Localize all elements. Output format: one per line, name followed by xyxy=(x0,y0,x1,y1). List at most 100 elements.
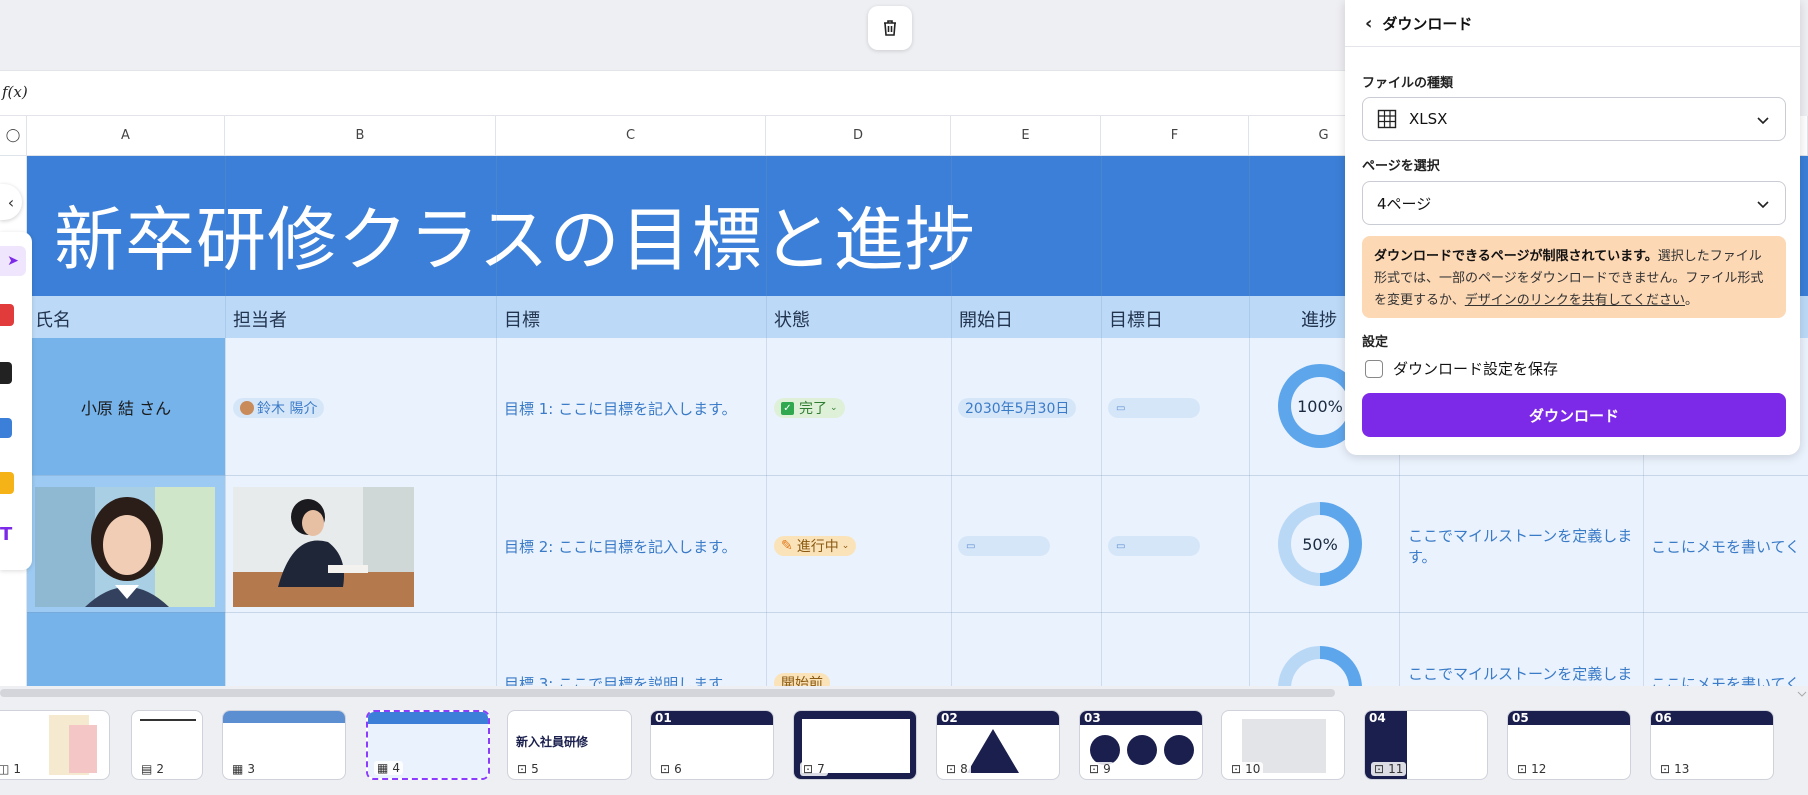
marker-tool-icon[interactable] xyxy=(0,362,12,384)
target-date-chip[interactable]: ▭ xyxy=(1108,536,1200,556)
page-select-value: 4ページ xyxy=(1377,194,1432,213)
avatar xyxy=(240,401,254,415)
thumb-text: 新入社員研修 xyxy=(516,735,589,749)
start-date-chip[interactable]: 2030年5月30日 xyxy=(958,398,1077,418)
progress-label: 50% xyxy=(1291,515,1349,573)
calendar-icon: ▭ xyxy=(1116,540,1126,552)
download-button[interactable]: ダウンロード xyxy=(1362,393,1786,437)
header-status: 状態 xyxy=(774,310,810,331)
column-header-c[interactable]: C xyxy=(496,116,766,156)
save-settings-option[interactable]: ダウンロード設定を保存 xyxy=(1365,358,1558,379)
sheet-icon: ▦ xyxy=(377,761,389,775)
column-header-b[interactable]: B xyxy=(225,116,496,156)
grid-line xyxy=(766,156,767,686)
thumb-text: 04 xyxy=(1369,711,1386,725)
owner-chip[interactable]: 鈴木 陽介 xyxy=(233,398,325,418)
page-thumbnail[interactable]: 02 ⊡ 8 xyxy=(936,710,1060,780)
page-number: 2 xyxy=(156,762,164,776)
save-settings-checkbox[interactable] xyxy=(1365,359,1383,378)
download-panel: ‹ ダウンロード ファイルの種類 XLSX ページを選択 4ページ ダウンロード… xyxy=(1345,0,1800,455)
whiteboard-icon: ◫ xyxy=(0,762,9,776)
status-badge[interactable]: ✓ 完了 ⌄ xyxy=(774,398,845,418)
page-thumbnail[interactable]: 06 ⊡ 13 xyxy=(1650,710,1774,780)
page-thumbnail[interactable]: 05 ⊡ 12 xyxy=(1507,710,1631,780)
page-thumbnail[interactable]: ◫1 xyxy=(0,710,110,780)
warning-title: ダウンロードできるページが制限されています。 xyxy=(1374,249,1658,264)
target-date-chip[interactable]: ▭ xyxy=(1108,398,1200,418)
select-all-corner[interactable]: ◯ xyxy=(0,116,27,156)
calendar-icon: ▭ xyxy=(1116,402,1126,414)
status-badge[interactable]: ✎ 進行中 ⌄ xyxy=(774,536,857,556)
thumb-text: 06 xyxy=(1655,711,1672,725)
progress-label xyxy=(1291,659,1349,686)
column-header-a[interactable]: A xyxy=(27,116,225,156)
status-badge[interactable]: 開始前 xyxy=(774,673,830,686)
page-thumbnail[interactable]: ▤ 2 xyxy=(131,710,203,780)
page-thumbnail[interactable]: ⊡ 7 xyxy=(793,710,917,780)
page-label: ◫1 xyxy=(0,762,24,776)
sticky-note-icon[interactable] xyxy=(0,472,14,494)
page-thumbnail-selected[interactable]: ▦ 4 xyxy=(366,710,490,780)
mentor-photo[interactable] xyxy=(233,487,414,607)
presentation-icon: ⊡ xyxy=(660,762,671,776)
panel-header: ‹ ダウンロード xyxy=(1365,13,1472,34)
column-header-d[interactable]: D xyxy=(766,116,951,156)
select-tool-icon[interactable]: ➤ xyxy=(0,246,26,276)
formula-label: f(x) xyxy=(2,83,28,101)
column-header-f[interactable]: F xyxy=(1101,116,1249,156)
page-number: 5 xyxy=(531,762,539,776)
pen-tool-icon[interactable] xyxy=(0,304,14,326)
page-number: 11 xyxy=(1388,762,1404,776)
progress-label: 100% xyxy=(1291,377,1349,435)
status-text: 進行中 xyxy=(796,539,839,555)
sheet-icon: ▦ xyxy=(232,762,244,776)
highlighter-tool-icon[interactable] xyxy=(0,418,12,438)
chevron-left-icon: ‹ xyxy=(7,192,15,212)
presentation-icon: ⊡ xyxy=(1374,762,1385,776)
presentation-icon: ⊡ xyxy=(803,762,814,776)
table-icon xyxy=(1377,109,1397,129)
goal-text: 目標 1: ここに目標を記入します。 xyxy=(504,400,737,418)
formula-bar[interactable]: f(x) xyxy=(0,70,1375,116)
page-thumbnail[interactable]: 新入社員研修 ⊡ 5 xyxy=(507,710,632,780)
horizontal-scrollbar[interactable] xyxy=(0,686,1808,700)
page-thumbnail[interactable]: ▦ 3 xyxy=(222,710,346,780)
page-label: ⊡ 11 xyxy=(1371,762,1407,776)
text-tool-icon[interactable]: T xyxy=(0,524,12,545)
file-type-label: ファイルの種類 xyxy=(1362,76,1454,91)
thumb-content xyxy=(1164,735,1194,765)
page-label: ⊡ 7 xyxy=(800,762,828,776)
delete-button[interactable] xyxy=(868,6,912,50)
page-thumbnail[interactable]: ⊡ 10 xyxy=(1221,710,1345,780)
column-header-e[interactable]: E xyxy=(951,116,1101,156)
page-number: 6 xyxy=(674,762,682,776)
page-thumbnail[interactable]: 04 ⊡ 11 xyxy=(1364,710,1488,780)
page-thumbnail[interactable]: 01 ⊡ 6 xyxy=(650,710,774,780)
page-number: 12 xyxy=(1531,762,1547,776)
page-select[interactable]: 4ページ xyxy=(1362,181,1786,225)
file-type-select[interactable]: XLSX xyxy=(1362,97,1786,141)
scroll-arrows[interactable] xyxy=(1796,660,1808,700)
name-cell-3[interactable] xyxy=(27,612,225,686)
grid-line xyxy=(27,612,1808,613)
scroll-thumb[interactable] xyxy=(0,689,1335,697)
scroll-arrow-icon xyxy=(1797,691,1807,697)
chevron-down-icon xyxy=(1757,201,1769,209)
student-photo[interactable] xyxy=(35,487,215,607)
back-arrow-icon[interactable]: ‹ xyxy=(1365,13,1372,34)
thumb-content xyxy=(140,719,196,721)
header-owner: 担当者 xyxy=(233,310,287,331)
page-label: ⊡ 12 xyxy=(1514,762,1550,776)
page-number: 4 xyxy=(392,761,400,775)
page-thumbnail[interactable]: 03 ⊡ 9 xyxy=(1079,710,1203,780)
thumb-content xyxy=(1090,735,1120,765)
share-link[interactable]: デザインのリンクを共有してください xyxy=(1465,293,1685,308)
status-text: 完了 xyxy=(799,401,827,417)
file-type-value: XLSX xyxy=(1409,110,1448,128)
thumb-content xyxy=(967,729,1019,773)
grid-line xyxy=(1101,156,1102,686)
start-date-chip[interactable]: ▭ xyxy=(958,536,1050,556)
page-number: 9 xyxy=(1103,762,1111,776)
settings-label: 設定 xyxy=(1362,335,1389,350)
check-icon: ✓ xyxy=(781,401,794,415)
